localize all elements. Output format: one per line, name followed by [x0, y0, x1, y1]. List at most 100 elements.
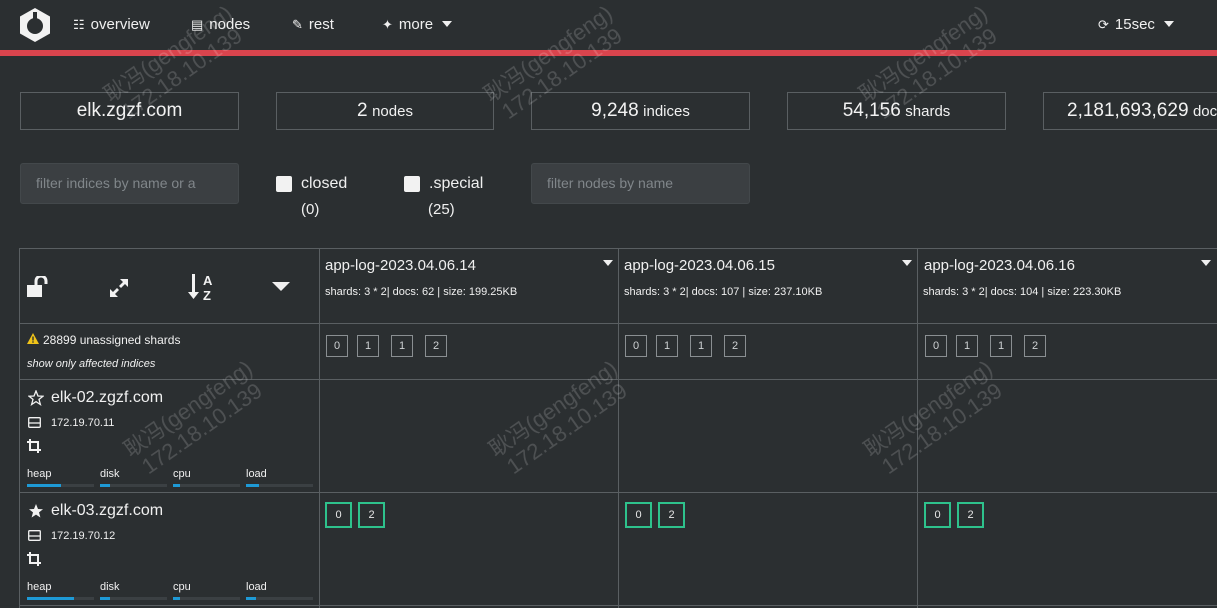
magic-wand-icon: ✦	[382, 17, 393, 32]
top-navbar: ☷ overview ▤ nodes ✎ rest ✦ more ⟳ 15sec	[0, 0, 1217, 50]
stat-nodes: 2 nodes	[276, 92, 494, 130]
load-bar-fill	[246, 597, 257, 600]
started-shard[interactable]: 2	[957, 502, 984, 528]
sort-alpha-icon[interactable]: A Z	[188, 270, 222, 304]
chevron-down-icon	[442, 21, 453, 27]
heap-bar-fill	[27, 484, 61, 487]
nav-overview[interactable]: ☷ overview	[73, 16, 150, 33]
load-bar	[246, 597, 313, 600]
star-outline-icon	[28, 390, 44, 406]
unlock-icon[interactable]	[26, 276, 48, 298]
index-name[interactable]: app-log-2023.04.06.15	[624, 257, 775, 274]
hdd-icon	[28, 417, 41, 428]
index-name[interactable]: app-log-2023.04.06.14	[325, 257, 476, 274]
unassigned-shard[interactable]: 1	[656, 335, 678, 357]
unassigned-shard[interactable]: 1	[357, 335, 379, 357]
cluster-status-bar	[0, 50, 1217, 56]
star-filled-icon	[29, 504, 43, 518]
disk-bar-fill	[100, 597, 111, 600]
node-name[interactable]: elk-03.zgzf.com	[51, 502, 163, 520]
nav-more[interactable]: ✦ more	[382, 16, 453, 33]
unassigned-shard[interactable]: 1	[956, 335, 978, 357]
node-ip: 172.19.70.11	[51, 417, 115, 429]
load-bar	[246, 484, 313, 487]
node-ip: 172.19.70.12	[51, 530, 116, 542]
index-menu-chevron-icon[interactable]	[1201, 260, 1211, 266]
disk-label: disk	[100, 581, 120, 593]
stat-cluster-name: elk.zgzf.com	[20, 92, 239, 130]
index-menu-chevron-icon[interactable]	[603, 260, 613, 266]
expand-icon[interactable]	[107, 276, 131, 300]
grid-line	[917, 248, 918, 608]
special-label: .special	[429, 175, 484, 192]
nav-rest[interactable]: ✎ rest	[292, 16, 334, 33]
cpu-bar-fill	[173, 597, 180, 600]
sitemap-icon: ☷	[73, 17, 85, 32]
special-count: (25)	[428, 201, 455, 218]
chevron-down-icon[interactable]	[272, 282, 290, 291]
nav-nodes[interactable]: ▤ nodes	[191, 16, 250, 33]
cpu-label: cpu	[173, 468, 191, 480]
unassigned-shard[interactable]: 1	[391, 335, 413, 357]
cpu-bar	[173, 484, 240, 487]
hdd-icon	[28, 530, 41, 541]
closed-checkbox[interactable]	[276, 176, 292, 192]
refresh-interval-dropdown[interactable]: ⟳ 15sec	[1098, 16, 1174, 33]
svg-text:Z: Z	[203, 288, 211, 303]
cpu-bar	[173, 597, 240, 600]
filter-nodes-input[interactable]: filter nodes by name	[531, 163, 750, 204]
server-icon: ▤	[191, 17, 204, 32]
disk-label: disk	[100, 468, 120, 480]
load-label: load	[246, 581, 267, 593]
show-affected-indices-link[interactable]: show only affected indices	[27, 358, 155, 370]
cluster-overview-grid: A Z app-log-2023.04.06.14 shards: 3 * 2|…	[19, 248, 1217, 608]
disk-bar-fill	[100, 484, 111, 487]
started-shard[interactable]: 2	[658, 502, 685, 528]
unassigned-shard[interactable]: 0	[925, 335, 947, 357]
special-checkbox[interactable]	[404, 176, 420, 192]
unassigned-shards-count: 28899 unassigned shards	[43, 333, 181, 347]
unassigned-shard[interactable]: 0	[326, 335, 348, 357]
load-label: load	[246, 468, 267, 480]
started-shard[interactable]: 0	[924, 502, 951, 528]
started-shard[interactable]: 2	[358, 502, 385, 528]
crop-icon	[27, 552, 41, 566]
cpu-bar-fill	[173, 484, 180, 487]
index-menu-chevron-icon[interactable]	[902, 260, 912, 266]
heap-bar	[27, 597, 94, 600]
stat-indices: 9,248 indices	[531, 92, 750, 130]
filter-indices-input[interactable]: filter indices by name or a	[20, 163, 239, 204]
index-meta: shards: 3 * 2| docs: 62 | size: 199.25KB	[325, 286, 518, 298]
refresh-icon: ⟳	[1098, 17, 1109, 32]
unassigned-shard[interactable]: 2	[1024, 335, 1046, 357]
started-shard[interactable]: 0	[325, 502, 352, 528]
disk-bar	[100, 484, 167, 487]
grid-line	[319, 248, 320, 608]
disk-bar	[100, 597, 167, 600]
heap-label: heap	[27, 581, 52, 593]
crop-icon	[27, 439, 41, 453]
cerebro-logo-icon[interactable]	[17, 7, 53, 43]
grid-line	[19, 248, 20, 608]
load-bar-fill	[246, 484, 260, 487]
chevron-down-icon	[1163, 21, 1174, 27]
unassigned-shard[interactable]: 0	[625, 335, 647, 357]
started-shard[interactable]: 0	[625, 502, 652, 528]
heap-label: heap	[27, 468, 52, 480]
index-meta: shards: 3 * 2| docs: 107 | size: 237.10K…	[624, 286, 823, 298]
unassigned-shard[interactable]: 2	[425, 335, 447, 357]
stat-docs: 2,181,693,629 docs	[1043, 92, 1217, 130]
grid-line	[618, 248, 619, 608]
node-name[interactable]: elk-02.zgzf.com	[51, 389, 163, 407]
stat-shards: 54,156 shards	[787, 92, 1006, 130]
unassigned-shard[interactable]: 1	[690, 335, 712, 357]
edit-icon: ✎	[292, 17, 303, 32]
cpu-label: cpu	[173, 581, 191, 593]
index-meta: shards: 3 * 2| docs: 104 | size: 223.30K…	[923, 286, 1122, 298]
warning-icon	[27, 333, 39, 344]
index-name[interactable]: app-log-2023.04.06.16	[924, 257, 1075, 274]
unassigned-shard[interactable]: 1	[990, 335, 1012, 357]
heap-bar	[27, 484, 94, 487]
svg-text:A: A	[203, 273, 213, 288]
unassigned-shard[interactable]: 2	[724, 335, 746, 357]
